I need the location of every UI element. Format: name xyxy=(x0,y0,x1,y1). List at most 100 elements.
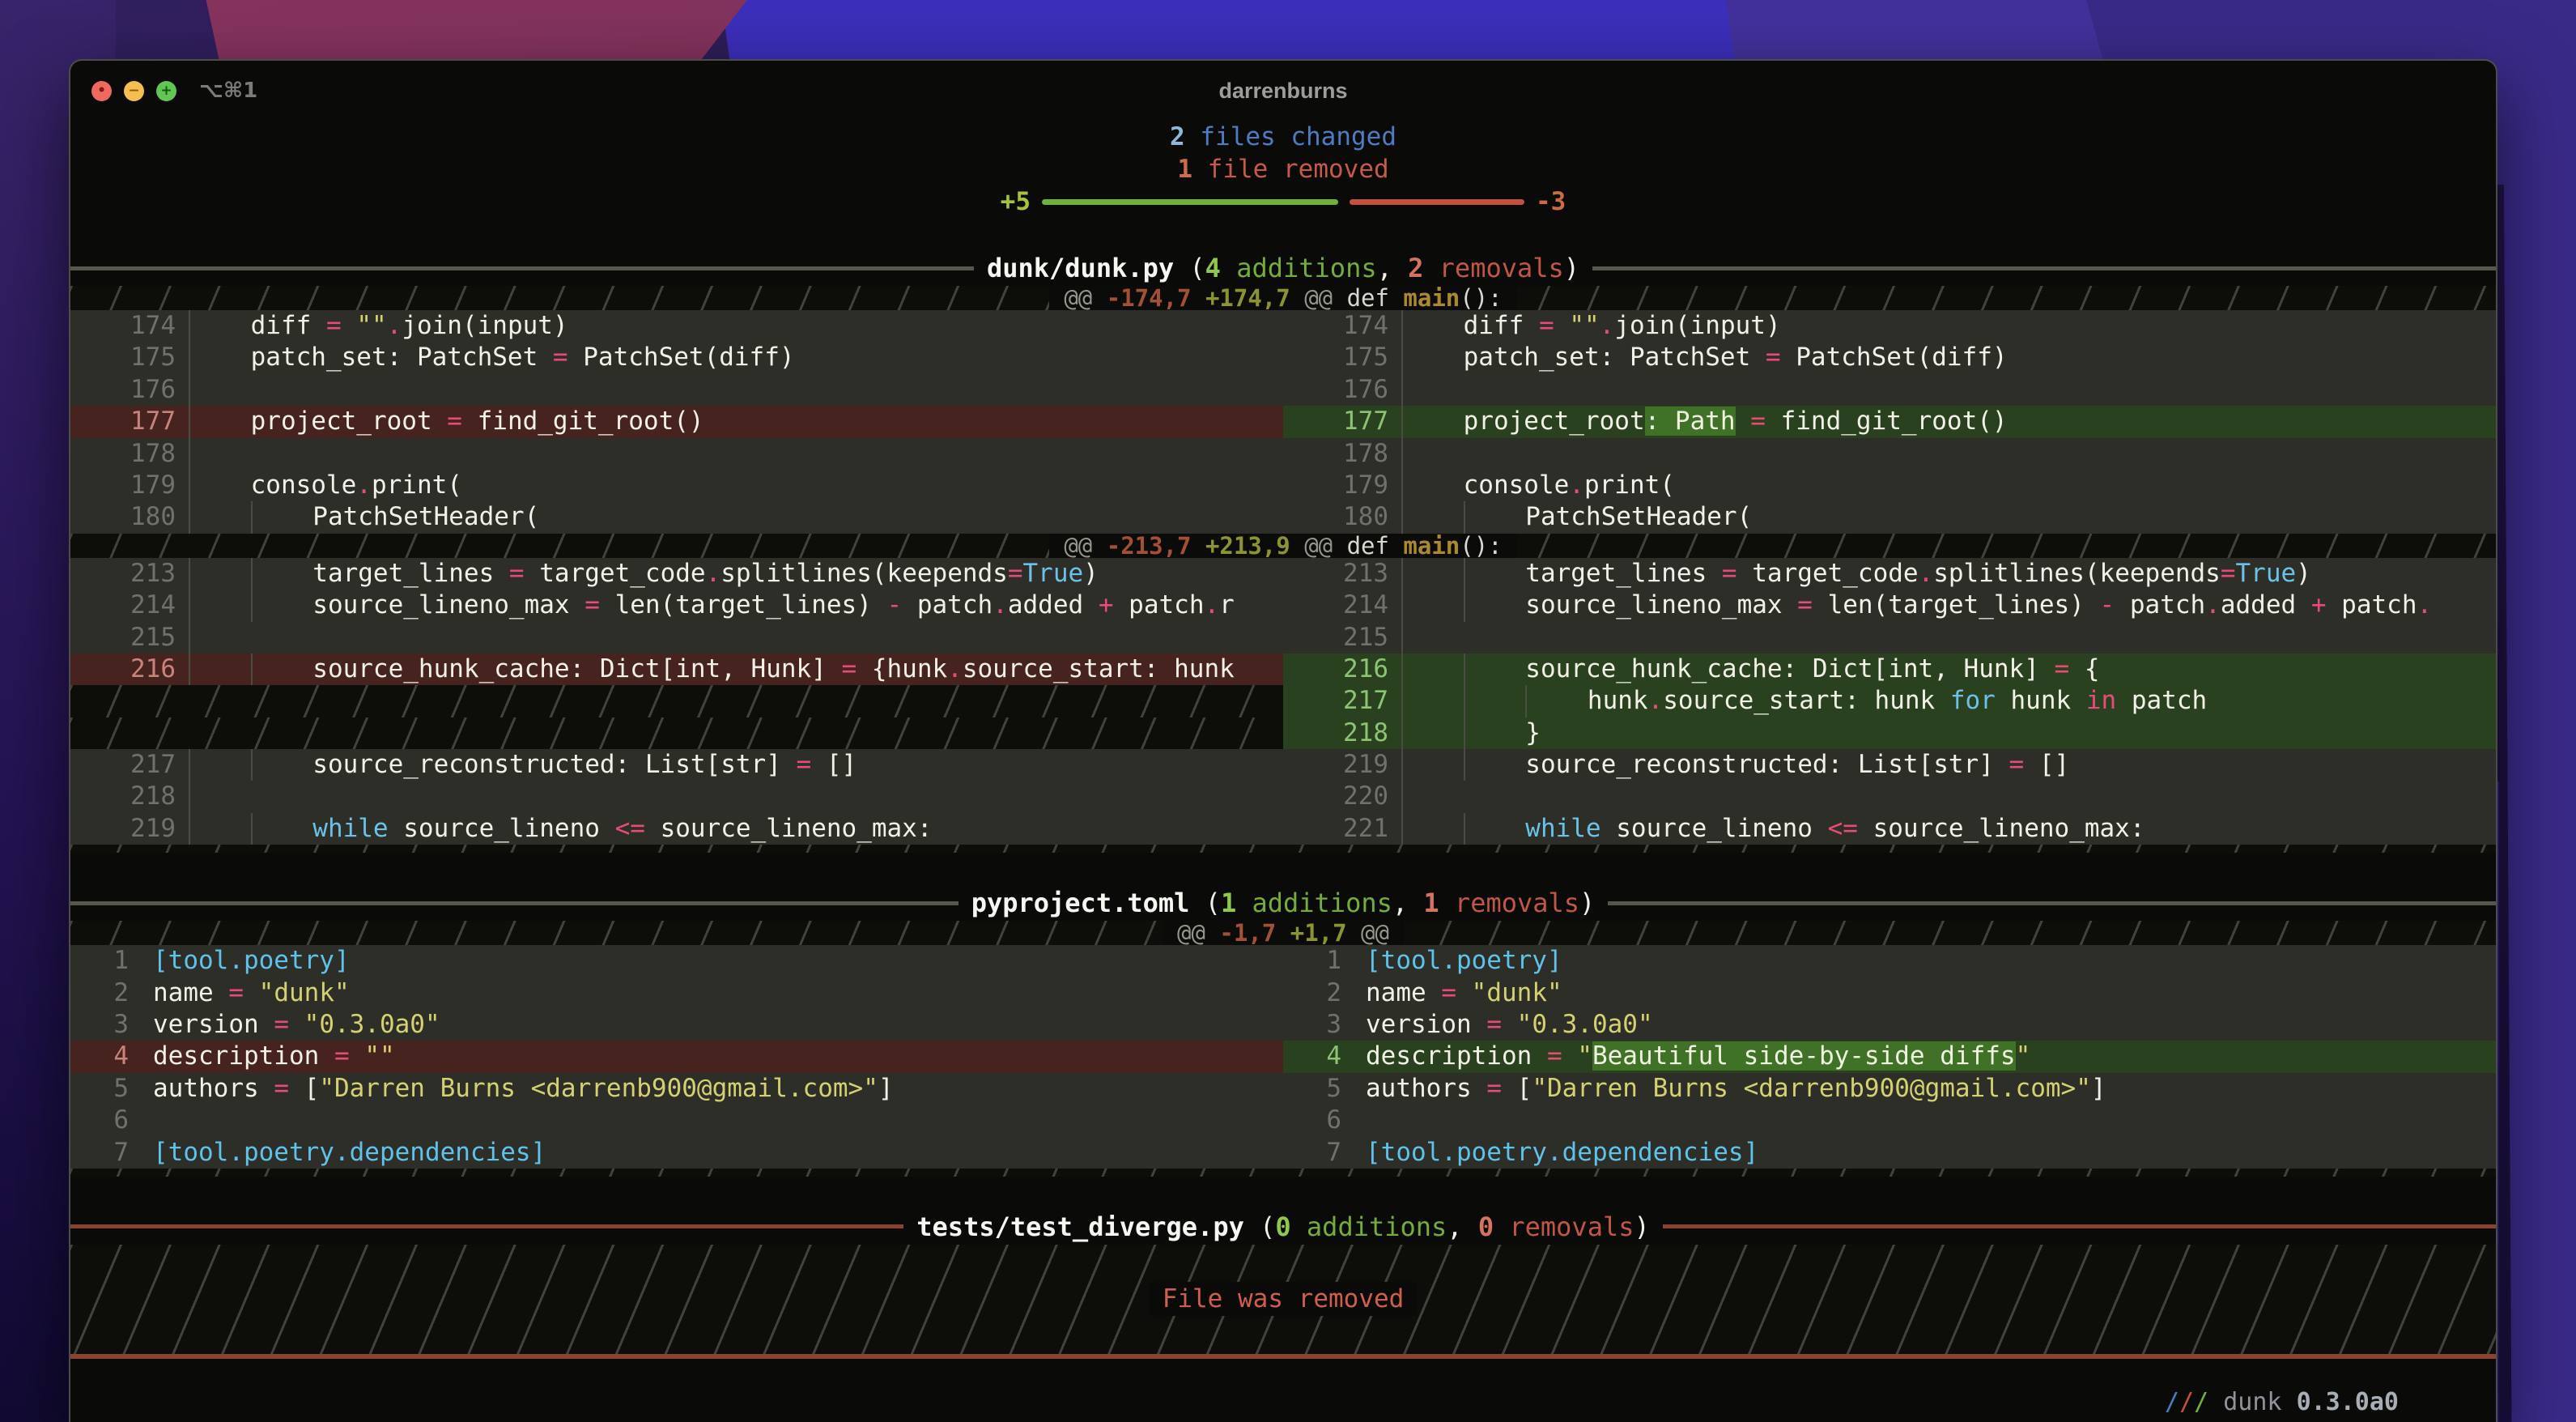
code-token: source_hunk_cache: Dict[int, Hunk] xyxy=(312,654,841,683)
code-token: (): xyxy=(1460,532,1502,560)
code-token: <= xyxy=(615,814,645,843)
code-token: . xyxy=(2417,590,2432,619)
code-cell: 219source_reconstructed: List[str] = [] xyxy=(1283,749,2496,781)
code-token: PatchSetHeader( xyxy=(1525,502,1752,531)
code-token: = xyxy=(2055,654,2070,683)
diff-row: 214source_lineno_max = len(target_lines)… xyxy=(70,590,2496,621)
code-token xyxy=(1192,284,1205,312)
code-token: <= xyxy=(1828,814,1858,843)
code-line: authors = ["Darren Burns <darrenb900@gma… xyxy=(142,1073,1283,1105)
titlebar[interactable]: • − + ⌥⌘1 darrenburns xyxy=(70,61,2496,121)
code-token: , xyxy=(1447,1211,1478,1242)
line-number: 7 xyxy=(70,1137,142,1169)
diffstat-added-count: +5 xyxy=(1001,187,1031,216)
code-cell: 7 [tool.poetry.dependencies] xyxy=(70,1137,1283,1169)
diff-row: 218} xyxy=(70,717,2496,749)
code-token: ) xyxy=(1564,253,1579,283)
code-token: ) xyxy=(2296,559,2311,588)
code-line xyxy=(1401,622,2496,654)
diffstat-removed-count: -3 xyxy=(1536,187,1566,216)
removed-file-body: File was removed xyxy=(70,1245,2496,1354)
indent-guide xyxy=(1464,558,1526,590)
code-token: } xyxy=(1525,718,1541,747)
code-cell: 216source_hunk_cache: Dict[int, Hunk] = … xyxy=(70,654,1283,685)
code-line xyxy=(1354,1105,2496,1136)
code-cell: 178 xyxy=(70,438,1283,470)
terminal-window: • − + ⌥⌘1 darrenburns 2 files changed 1 … xyxy=(69,59,2497,1422)
indent-guide xyxy=(1525,685,1588,717)
diff-row: 5authors = ["Darren Burns <darrenb900@gm… xyxy=(70,1073,2496,1105)
code-token: [tool.poetry.dependencies] xyxy=(153,1138,546,1167)
code-cell: 215 xyxy=(70,622,1283,654)
line-number: 177 xyxy=(1283,406,1401,437)
indent-guide xyxy=(1464,501,1526,533)
code-token xyxy=(1562,1041,1578,1071)
diffstat-removed-bar xyxy=(1350,199,1524,205)
code-token: version xyxy=(1366,1010,1486,1039)
code-token xyxy=(244,978,259,1007)
diff-row: 178178 xyxy=(70,438,2496,470)
code-cell: 218} xyxy=(1283,717,2496,749)
code-token: . xyxy=(387,311,402,340)
code-token: added xyxy=(2221,590,2311,619)
code-token: def xyxy=(1347,532,1404,560)
code-token: = xyxy=(326,311,342,340)
code-cell: 213target_lines = target_code.splitlines… xyxy=(70,558,1283,590)
slash-icon: / xyxy=(2165,1388,2179,1416)
code-line: while source_lineno <= source_lineno_max… xyxy=(189,813,1283,845)
code-token: patch_set: PatchSet xyxy=(251,343,553,372)
code-token xyxy=(342,311,357,340)
code-cell: 174diff = "".join(input) xyxy=(70,310,1283,342)
code-token: +1,7 xyxy=(1290,919,1347,947)
code-token: @@ xyxy=(1290,284,1347,312)
code-line xyxy=(189,622,1283,654)
indent-guide xyxy=(251,654,313,685)
code-token: "0.3.0a0" xyxy=(304,1010,440,1039)
indent-guide xyxy=(251,749,313,781)
diff-row: 217source_reconstructed: List[str] = []2… xyxy=(70,749,2496,781)
indent-guide xyxy=(1401,310,1464,342)
code-token: authors xyxy=(153,1074,274,1103)
code-line: PatchSetHeader( xyxy=(189,501,1283,533)
hunk-header: @@ -1,7 +1,7 @@ xyxy=(70,921,2496,945)
code-token: removals xyxy=(1494,1211,1634,1242)
code-token: 0 xyxy=(1275,1211,1290,1242)
code-token: name xyxy=(153,978,228,1007)
indent-guide xyxy=(189,654,251,685)
diff-row: 213target_lines = target_code.splitlines… xyxy=(70,558,2496,590)
diff-row: 3version = "0.3.0a0"3version = "0.3.0a0" xyxy=(70,1009,2496,1041)
line-number: 2 xyxy=(70,977,142,1009)
code-token xyxy=(1192,532,1205,560)
file-title: tests/test_diverge.py (0 additions, 0 re… xyxy=(903,1211,1662,1242)
diff-row: 179console.print(179console.print( xyxy=(70,470,2496,501)
code-token: = xyxy=(842,654,857,683)
code-line: version = "0.3.0a0" xyxy=(1354,1009,2496,1041)
line-number: 216 xyxy=(1283,654,1401,685)
code-token: . xyxy=(2205,590,2221,619)
removed-file-message: File was removed xyxy=(1150,1282,1418,1316)
indent-guide xyxy=(1464,654,1526,685)
line-number: 214 xyxy=(1283,590,1401,621)
line-number: 213 xyxy=(70,558,189,590)
code-token: ] xyxy=(878,1074,894,1103)
code-token xyxy=(1276,919,1290,947)
code-token: : Path xyxy=(1645,407,1736,436)
code-token: patch xyxy=(902,590,993,619)
code-token: +213,9 xyxy=(1205,532,1290,560)
line-number: 180 xyxy=(70,501,189,533)
indent-guide xyxy=(189,310,251,342)
diff-row: 215215 xyxy=(70,622,2496,654)
code-token: source_lineno_max xyxy=(1525,590,1797,619)
code-token: source_lineno xyxy=(389,814,615,843)
code-token: . xyxy=(1648,686,1664,715)
code-cell: 215 xyxy=(1283,622,2496,654)
indent-guide xyxy=(251,590,313,621)
code-token: additions xyxy=(1221,253,1377,283)
code-token: description xyxy=(153,1041,334,1071)
code-line: name = "dunk" xyxy=(142,977,1283,1009)
code-token: for xyxy=(1950,686,1996,715)
code-line: source_hunk_cache: Dict[int, Hunk] = {hu… xyxy=(189,654,1283,685)
code-token: source_reconstructed: List[str] xyxy=(312,750,796,779)
indent-guide xyxy=(1401,622,1464,654)
indent-guide xyxy=(1401,374,1464,406)
